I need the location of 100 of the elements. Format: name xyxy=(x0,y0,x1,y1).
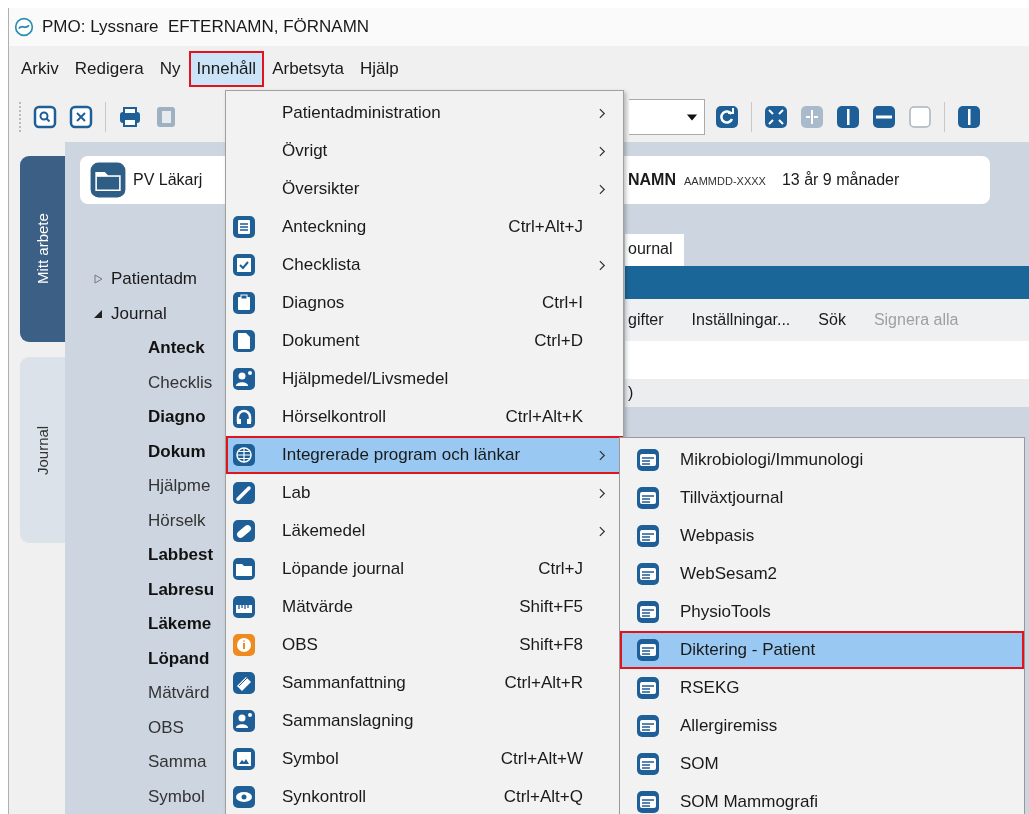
person-icon xyxy=(232,709,256,733)
menu-item[interactable]: Tillväxtjournal xyxy=(620,479,1024,517)
printer-icon[interactable] xyxy=(118,105,142,129)
tree-item[interactable]: Hörselk xyxy=(93,503,225,538)
pen-icon xyxy=(232,481,256,505)
pill-icon xyxy=(232,519,256,543)
menu-item[interactable]: Synkontroll Ctrl+Alt+Q xyxy=(226,778,623,814)
search-icon[interactable] xyxy=(33,105,57,129)
checkbox-icon xyxy=(232,253,256,277)
folder-icon xyxy=(232,557,256,581)
menu-item[interactable]: Allergiremiss xyxy=(620,707,1024,745)
window-icon xyxy=(636,448,660,472)
window-icon xyxy=(636,714,660,738)
caret-icon xyxy=(685,111,699,123)
menu-item[interactable]: Diagnos Ctrl+I xyxy=(226,284,623,322)
horizontal-bar-icon[interactable] xyxy=(872,105,896,129)
window-icon xyxy=(636,638,660,662)
side-tab[interactable]: Mitt arbete xyxy=(20,156,65,342)
collapsed-triangle-icon[interactable] xyxy=(93,274,103,285)
window-icon xyxy=(636,562,660,586)
app-logo-icon xyxy=(14,17,34,37)
tree-item[interactable]: Läkeme xyxy=(93,607,225,642)
menu-item[interactable]: Löpande journal Ctrl+J xyxy=(226,550,623,588)
menu-bar-item[interactable]: Innehåll xyxy=(188,51,265,87)
menu-bar-item[interactable]: Arkiv xyxy=(13,51,67,87)
person-icon xyxy=(232,367,256,391)
ruler-icon xyxy=(232,595,256,619)
row-text: ) xyxy=(628,384,634,402)
menu-item[interactable]: Sammanfattning Ctrl+Alt+R xyxy=(226,664,623,702)
expand-icon[interactable] xyxy=(764,105,788,129)
vertical-bar-icon[interactable] xyxy=(957,105,981,129)
tree-item[interactable]: Dokum xyxy=(93,434,225,469)
tree-item[interactable]: Hjälpme xyxy=(93,469,225,504)
menu-item[interactable]: SOM xyxy=(620,745,1024,783)
document-icon xyxy=(232,329,256,353)
tree-item[interactable]: Mätvärd xyxy=(93,676,225,711)
menu-item[interactable]: Checklista xyxy=(226,246,623,284)
menu-item[interactable]: Dokument Ctrl+D xyxy=(226,322,623,360)
note-icon xyxy=(232,215,256,239)
menu-item[interactable]: Lab xyxy=(226,474,623,512)
refresh-icon[interactable] xyxy=(715,105,739,129)
tree-item[interactable]: Patientadm xyxy=(93,262,225,297)
window-icon xyxy=(636,752,660,776)
tree-item[interactable]: Löpand xyxy=(93,641,225,676)
patient-age: 13 år 9 månader xyxy=(781,171,900,189)
patient-id: AAMMDD-XXXX xyxy=(684,175,766,187)
clipboard-icon xyxy=(232,291,256,315)
content-tab[interactable]: ournal xyxy=(625,234,685,266)
menu-item[interactable]: OBS Shift+F8 xyxy=(226,626,623,664)
toolbar-action[interactable]: Sök xyxy=(818,311,846,329)
tree-item[interactable]: Checklis xyxy=(93,365,225,400)
patient-name: NAMN xyxy=(628,171,676,189)
menu-item[interactable]: Webpasis xyxy=(620,517,1024,555)
menu-bar-item[interactable]: Ny xyxy=(151,51,189,87)
menu-item[interactable]: Sammanslagning xyxy=(226,702,623,740)
window-icon xyxy=(636,600,660,624)
tree-item[interactable]: Journal xyxy=(93,296,225,331)
tree-item[interactable]: Labresu xyxy=(93,572,225,607)
dropdown-field[interactable] xyxy=(629,99,705,135)
tree-item[interactable]: Samma xyxy=(93,745,225,780)
vertical-bar-icon[interactable] xyxy=(836,105,860,129)
window-icon xyxy=(636,676,660,700)
tree-item[interactable]: Symbol xyxy=(93,779,225,814)
menu-item[interactable]: Integrerade program och länkar xyxy=(226,436,623,474)
info-icon xyxy=(232,633,256,657)
menu-bar-item[interactable]: Arbetsyta xyxy=(264,51,352,87)
tree-item[interactable]: Diagno xyxy=(93,400,225,435)
menu-item[interactable]: Symbol Ctrl+Alt+W xyxy=(226,740,623,778)
folder-icon xyxy=(89,161,127,199)
image-icon xyxy=(232,747,256,771)
menu-item[interactable]: Anteckning Ctrl+Alt+J xyxy=(226,208,623,246)
toolbar-action[interactable]: gifter xyxy=(628,311,664,329)
toolbar-action[interactable]: Inställningar... xyxy=(691,311,791,329)
window-title: PMO: Lyssnare EFTERNAMN, FÖRNAMN xyxy=(42,17,370,37)
tree-item[interactable]: OBS xyxy=(93,710,225,745)
menu-item[interactable]: SOM Mammografi xyxy=(620,783,1024,814)
side-tab[interactable]: Journal xyxy=(20,357,65,543)
window-icon xyxy=(636,524,660,548)
expanded-triangle-icon[interactable] xyxy=(93,308,103,319)
menu-item[interactable]: Patientadministration xyxy=(226,94,623,132)
menu-bar-item[interactable]: Hjälp xyxy=(351,51,407,87)
headphones-icon xyxy=(232,405,256,429)
close-icon[interactable] xyxy=(69,105,93,129)
menu-item[interactable]: Diktering - Patient xyxy=(620,631,1024,669)
tree-item[interactable]: Labbest xyxy=(93,538,225,573)
globe-icon xyxy=(232,443,256,467)
menu-bar-item[interactable]: Redigera xyxy=(66,51,152,87)
menu-item[interactable]: Läkemedel xyxy=(226,512,623,550)
menu-item[interactable]: RSEKG xyxy=(620,669,1024,707)
menu-item[interactable]: WebSesam2 xyxy=(620,555,1024,593)
menu-item[interactable]: Hjälpmedel/Livsmedel xyxy=(226,360,623,398)
menu-item[interactable]: Hörselkontroll Ctrl+Alt+K xyxy=(226,398,623,436)
menu-item[interactable]: Översikter xyxy=(226,170,623,208)
menu-item[interactable]: PhysioTools xyxy=(620,593,1024,631)
tree-item[interactable]: Anteck xyxy=(93,331,225,366)
window-icon xyxy=(636,790,660,814)
eye-icon xyxy=(232,785,256,809)
menu-item[interactable]: Övrigt xyxy=(226,132,623,170)
menu-item[interactable]: Mätvärde Shift+F5 xyxy=(226,588,623,626)
menu-item[interactable]: Mikrobiologi/Immunologi xyxy=(620,441,1024,479)
